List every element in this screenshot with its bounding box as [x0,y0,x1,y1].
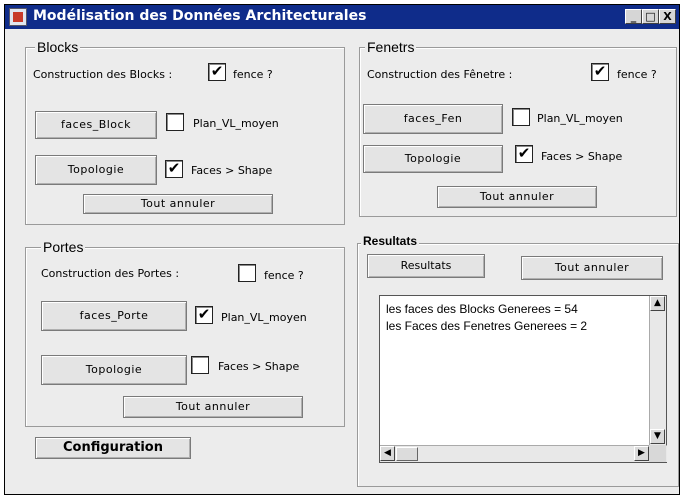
fenetres-plan-checkbox[interactable] [512,108,530,126]
portes-topologie-button[interactable]: Topologie [41,355,187,385]
blocks-fence-label: fence ? [233,68,273,81]
scroll-left-icon[interactable]: ◀ [380,446,395,461]
portes-faces-shape-checkbox[interactable] [191,356,209,374]
results-line: les Faces des Fenetres Generees = 2 [386,319,588,333]
scroll-right-icon[interactable]: ▶ [634,446,649,461]
fenetres-legend: Fenetrs [365,39,417,55]
portes-fence-label: fence ? [264,269,304,282]
faces-porte-button[interactable]: faces_Porte [41,301,187,331]
blocks-faces-shape-checkbox[interactable]: ✔ [165,160,183,178]
faces-fen-button[interactable]: faces_Fen [363,104,503,134]
title-bar: Modélisation des Données Architecturales… [5,5,679,29]
portes-faces-shape-label: Faces > Shape [218,360,300,373]
vertical-scrollbar[interactable]: ▲ ▼ [649,296,666,446]
fenetres-fence-checkbox[interactable]: ✔ [591,63,609,81]
horizontal-scrollbar[interactable]: ◀ ▶ [380,445,667,462]
window-title: Modélisation des Données Architecturales [33,8,367,24]
fenetres-faces-shape-label: Faces > Shape [541,150,623,163]
portes-legend: Portes [41,239,86,255]
results-text-area[interactable]: les faces des Blocks Generees = 54 les F… [379,295,667,463]
scroll-down-icon[interactable]: ▼ [650,429,665,444]
minimize-button[interactable]: _ [625,9,642,24]
blocks-fence-checkbox[interactable]: ✔ [208,63,226,81]
fenetres-fence-label: fence ? [617,68,657,81]
fenetres-plan-label: Plan_VL_moyen [537,112,623,125]
faces-block-button[interactable]: faces_Block [35,111,157,139]
scroll-up-icon[interactable]: ▲ [650,296,665,311]
fenetres-faces-shape-checkbox[interactable]: ✔ [515,145,533,163]
portes-fence-checkbox[interactable] [238,264,256,282]
fenetres-topologie-button[interactable]: Topologie [363,145,503,173]
portes-construction-label: Construction des Portes : [41,267,180,280]
blocks-topologie-button[interactable]: Topologie [35,155,157,185]
blocks-construction-label: Construction des Blocks : [33,68,173,81]
fenetres-construction-label: Construction des Fênetre : [367,68,513,81]
resultats-cancel-button[interactable]: Tout annuler [521,256,663,280]
portes-cancel-button[interactable]: Tout annuler [123,396,303,418]
main-window: Modélisation des Données Architecturales… [4,4,680,495]
maximize-button[interactable]: □ [642,9,659,24]
configuration-button[interactable]: Configuration [35,437,191,459]
resultats-legend: Resultats [361,234,420,248]
blocks-plan-label: Plan_VL_moyen [193,117,279,130]
portes-plan-label: Plan_VL_moyen [221,311,307,324]
fenetres-cancel-button[interactable]: Tout annuler [437,186,597,208]
blocks-cancel-button[interactable]: Tout annuler [83,194,273,214]
blocks-faces-shape-label: Faces > Shape [191,164,273,177]
blocks-legend: Blocks [35,39,81,55]
app-icon [9,8,27,26]
close-button[interactable]: X [659,9,676,24]
resultats-button[interactable]: Resultats [367,254,485,278]
blocks-plan-checkbox[interactable] [166,113,184,131]
horizontal-scroll-thumb[interactable] [396,447,418,461]
scroll-corner [649,445,666,462]
results-line: les faces des Blocks Generees = 54 [386,302,578,316]
portes-plan-checkbox[interactable]: ✔ [195,306,213,324]
